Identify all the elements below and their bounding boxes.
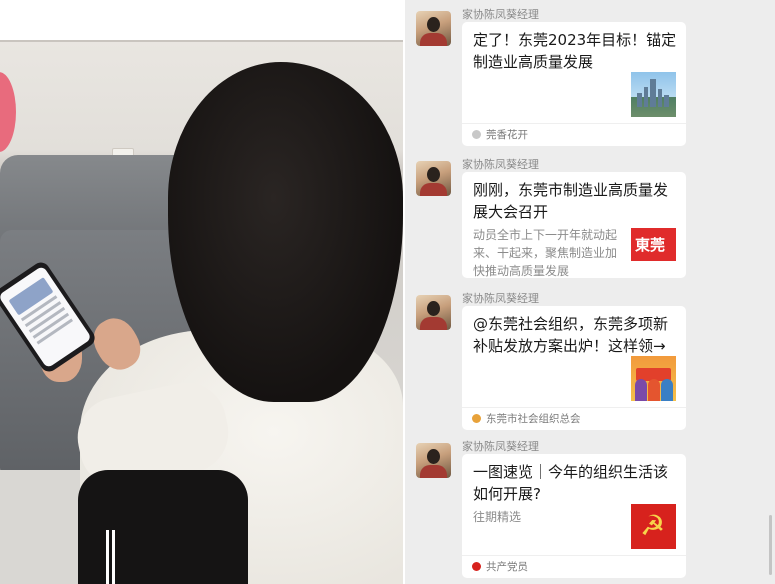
avatar[interactable] [416, 443, 451, 478]
chat-window[interactable]: 家协陈凤葵经理 定了！东莞2023年目标！锚定制造业高质量发展 莞香花开 家协陈… [405, 0, 775, 584]
article-title: 定了！东莞2023年目标！锚定制造业高质量发展 [473, 31, 677, 71]
sender-name: 家协陈凤葵经理 [462, 292, 539, 305]
sender-name: 家协陈凤葵经理 [462, 8, 539, 21]
chat-message: 家协陈凤葵经理 一图速览｜今年的组织生活该如何开展? 往期精选 ☭ 共产党员 [405, 432, 775, 584]
party-emblem-image: ☭ [631, 504, 676, 549]
pink-toy [0, 72, 16, 152]
article-title: @东莞社会组织，东莞多项新补贴发放方案出炉！这样领→ [473, 315, 669, 355]
city-skyline-image [631, 72, 676, 117]
article-card[interactable]: 一图速览｜今年的组织生活该如何开展? 往期精选 ☭ 共产党员 [462, 454, 686, 578]
source-name: 共产党员 [486, 561, 528, 573]
article-card[interactable]: 刚刚，东莞市制造业高质量发展大会召开 动员全市上下一开年就动起来、干起来，聚焦制… [462, 172, 686, 278]
source-icon [472, 130, 481, 139]
hair [168, 62, 403, 402]
sender-name: 家协陈凤葵经理 [462, 440, 539, 453]
article-source: 东莞市社会组织总会 [462, 407, 686, 430]
avatar[interactable] [416, 11, 451, 46]
source-name: 莞香花开 [486, 129, 528, 141]
logo-text: 東莞 [635, 236, 666, 254]
chat-message: 家协陈凤葵经理 刚刚，东莞市制造业高质量发展大会召开 动员全市上下一开年就动起来… [405, 150, 775, 284]
sender-name: 家协陈凤葵经理 [462, 158, 539, 171]
source-icon [472, 562, 481, 571]
chat-message: 家协陈凤葵经理 定了！东莞2023年目标！锚定制造业高质量发展 莞香花开 [405, 0, 775, 150]
source-icon [472, 414, 481, 423]
article-title: 刚刚，东莞市制造业高质量发展大会召开 [473, 181, 669, 221]
article-source: 共产党员 [462, 555, 686, 578]
article-card[interactable]: 定了！东莞2023年目标！锚定制造业高质量发展 莞香花开 [462, 22, 686, 146]
article-description: 动员全市上下一开年就动起来、干起来，聚焦制造业加快推动高质量发展 [473, 228, 618, 278]
scrollbar[interactable] [769, 515, 772, 575]
article-card[interactable]: @东莞社会组织，东莞多项新补贴发放方案出炉！这样领→ 东莞市社会组织总会 [462, 306, 686, 430]
wall-trim [0, 40, 403, 42]
chat-message: 家协陈凤葵经理 @东莞社会组织，东莞多项新补贴发放方案出炉！这样领→ 东莞市社会… [405, 284, 775, 432]
avatar[interactable] [416, 295, 451, 330]
article-source: 莞香花开 [462, 123, 686, 146]
article-description: 往期精选 [473, 510, 522, 524]
dongguan-logo-image: 東莞 [631, 228, 676, 273]
avatar[interactable] [416, 161, 451, 196]
source-name: 东莞市社会组织总会 [486, 413, 581, 425]
black-pants [78, 470, 248, 584]
photo-woman-reading-phone [0, 0, 403, 584]
article-title: 一图速览｜今年的组织生活该如何开展? [473, 463, 669, 503]
hammer-sickle-icon: ☭ [640, 509, 666, 542]
subsidy-poster-image [631, 356, 676, 401]
